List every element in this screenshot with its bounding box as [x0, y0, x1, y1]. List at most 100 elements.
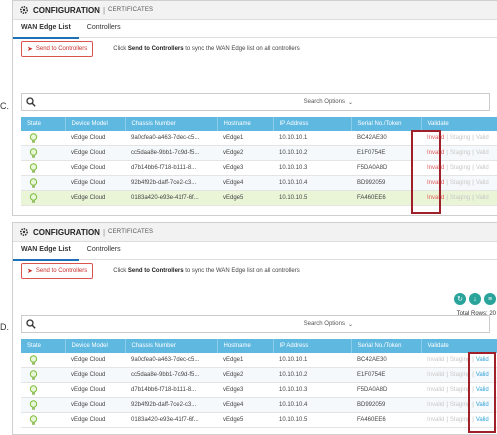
lightbulb-icon [29, 354, 38, 365]
validate-staging-option[interactable]: Staging [450, 195, 470, 201]
column-header[interactable]: State [21, 117, 66, 131]
search-bar[interactable]: Search Options ⌄ [21, 315, 490, 333]
chassis-number-cell: 9a0cfea0-a463-7dec-c5... [125, 353, 217, 368]
column-header[interactable]: Serial No./Token [351, 117, 422, 131]
page-header: CONFIGURATION | CERTIFICATES [13, 223, 497, 242]
column-header[interactable]: Validate [421, 339, 497, 353]
validate-staging-option[interactable]: Staging [450, 165, 470, 171]
validate-staging-option[interactable]: Staging [450, 135, 470, 141]
column-header[interactable]: Device Model [65, 117, 126, 131]
hostname-cell: vEdge1 [217, 131, 273, 146]
column-header[interactable]: IP Address [273, 339, 352, 353]
menu-icon[interactable]: ≡ [484, 293, 496, 305]
send-to-controllers-button[interactable]: ➤ Send to Controllers [21, 263, 94, 279]
ip-address-cell: 10.10.10.2 [273, 367, 351, 383]
page-header: CONFIGURATION | CERTIFICATES [13, 1, 497, 20]
hostname-cell: vEdge5 [217, 412, 273, 428]
state-cell [21, 145, 65, 161]
column-header[interactable]: Serial No./Token [351, 339, 422, 353]
table-row[interactable]: vEdge Cloud 92b4f92b-daff-7ce2-c3... vEdge… [21, 397, 497, 413]
search-options-dropdown[interactable]: Search Options ⌄ [304, 99, 353, 106]
hint-prefix: Click [113, 268, 127, 274]
action-buttons: ↻ ↓ ≡ [454, 293, 496, 305]
validate-invalid-option[interactable]: Invalid [427, 372, 444, 378]
validate-invalid-option[interactable]: Invalid [427, 402, 444, 408]
validate-highlight-box [468, 352, 496, 433]
page-title: CONFIGURATION [33, 5, 100, 15]
column-header[interactable]: Hostname [217, 339, 274, 353]
column-header[interactable]: Hostname [217, 117, 274, 131]
refresh-icon[interactable]: ↻ [454, 293, 466, 305]
search-bar[interactable]: Search Options ⌄ [21, 93, 490, 111]
table-row[interactable]: vEdge Cloud cc5daa8e-9bb1-7c9d-f5... vEdge… [21, 367, 497, 383]
hint-suffix: to sync the WAN Edge list on all control… [185, 46, 300, 52]
validate-separator: | [472, 135, 474, 141]
table-header-row: State Device Model Chassis Number Hostname I… [21, 117, 497, 131]
validate-separator: | [446, 417, 448, 423]
search-options-dropdown[interactable]: Search Options ⌄ [304, 321, 353, 328]
state-cell [21, 160, 65, 176]
table-row[interactable]: vEdge Cloud d7b14bb6-f718-b111-8... vEdge3… [21, 382, 497, 398]
device-model-cell: vEdge Cloud [65, 382, 125, 398]
option-label-c: C. [0, 101, 9, 111]
lightbulb-icon [29, 192, 38, 203]
page-section: CERTIFICATES [108, 229, 154, 235]
chassis-number-cell: 0183a420-e93e-41f7-6f... [125, 412, 217, 428]
validate-valid-option[interactable]: Valid [476, 195, 489, 201]
validate-invalid-option[interactable]: Invalid [427, 417, 444, 423]
title-separator: | [102, 227, 106, 237]
lightbulb-icon [29, 399, 38, 410]
hostname-cell: vEdge2 [217, 367, 273, 383]
send-button-label: Send to Controllers [35, 268, 88, 274]
column-header[interactable]: State [21, 339, 66, 353]
validate-separator: | [446, 372, 448, 378]
hint-suffix: to sync the WAN Edge list on all control… [185, 268, 300, 274]
column-header[interactable]: Chassis Number [125, 117, 218, 131]
validate-valid-option[interactable]: Valid [476, 135, 489, 141]
search-options-label: Search Options [303, 321, 345, 327]
serial-token-cell: F5DA0A8D [351, 382, 421, 398]
hostname-cell: vEdge2 [217, 145, 273, 161]
tab-controllers[interactable]: Controllers [79, 19, 129, 37]
page-section: CERTIFICATES [108, 7, 154, 13]
column-header[interactable]: IP Address [273, 117, 352, 131]
hostname-cell: vEdge4 [217, 397, 273, 413]
validate-valid-option[interactable]: Valid [476, 150, 489, 156]
validate-valid-option[interactable]: Valid [476, 165, 489, 171]
ip-address-cell: 10.10.10.1 [273, 353, 351, 368]
column-header[interactable]: Chassis Number [125, 339, 218, 353]
validate-separator: | [446, 357, 448, 363]
tab-controllers[interactable]: Controllers [79, 241, 129, 259]
validate-staging-option[interactable]: Staging [450, 150, 470, 156]
validate-staging-option[interactable]: Staging [450, 180, 470, 186]
ip-address-cell: 10.10.10.2 [273, 145, 351, 161]
table-row[interactable]: vEdge Cloud 0183a420-e93e-41f7-6f... vEdge… [21, 412, 497, 428]
table-row[interactable]: vEdge Cloud 9a0cfea0-a463-7dec-c5... vEdge… [21, 353, 497, 368]
state-cell [21, 367, 65, 383]
device-model-cell: vEdge Cloud [65, 397, 125, 413]
send-to-controllers-button[interactable]: ➤ Send to Controllers [21, 41, 94, 57]
hint-bold: Send to Controllers [127, 268, 184, 274]
column-header[interactable]: Device Model [65, 339, 126, 353]
hostname-cell: vEdge3 [217, 382, 273, 398]
search-icon [26, 319, 36, 329]
serial-token-cell: FA460EE6 [351, 412, 421, 428]
validate-invalid-option[interactable]: Invalid [427, 387, 444, 393]
chassis-number-cell: cc5daa8e-9bb1-7c9d-f5... [125, 367, 217, 383]
title-separator: | [102, 5, 106, 15]
download-icon[interactable]: ↓ [469, 293, 481, 305]
send-row: ➤ Send to Controllers Click Send to Cont… [13, 261, 497, 281]
tab-wan-edge-list[interactable]: WAN Edge List [13, 19, 79, 39]
validate-separator: | [472, 195, 474, 201]
validate-valid-option[interactable]: Valid [476, 180, 489, 186]
ip-address-cell: 10.10.10.3 [273, 382, 351, 398]
state-cell [21, 131, 65, 146]
send-button-label: Send to Controllers [35, 46, 88, 52]
chassis-number-cell: 92b4f92b-daff-7ce2-c3... [125, 175, 217, 191]
column-header[interactable]: Validate [421, 117, 497, 131]
ip-address-cell: 10.10.10.4 [273, 175, 351, 191]
device-model-cell: vEdge Cloud [65, 190, 125, 206]
tab-wan-edge-list[interactable]: WAN Edge List [13, 241, 79, 261]
send-arrow-icon: ➤ [27, 46, 33, 53]
validate-invalid-option[interactable]: Invalid [427, 357, 444, 363]
